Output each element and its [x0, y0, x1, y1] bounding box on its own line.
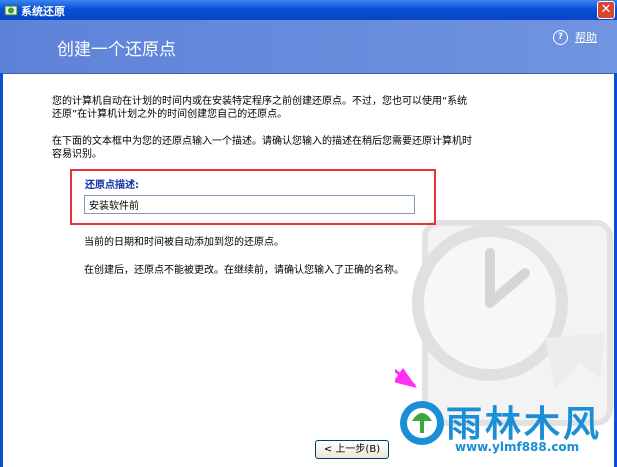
window-border-left [0, 73, 3, 467]
window-title: 系统还原 [21, 5, 65, 18]
close-button[interactable]: ✕ [597, 1, 615, 19]
help-link[interactable]: ? 帮助 [553, 29, 597, 45]
restore-point-label: 还原点描述: [85, 180, 139, 191]
cannot-change-note: 在创建后，还原点不能被更改。在继续前，请确认您输入了正确的名称。 [84, 265, 404, 276]
help-label: 帮助 [575, 31, 597, 44]
page-title: 创建一个还原点 [57, 40, 176, 60]
restore-point-description-input[interactable] [84, 195, 415, 214]
description-paragraph-1: 您的计算机自动在计划的时间内或在安装特定程序之前创建还原点。不过，您也可以使用“… [52, 96, 468, 120]
wizard-header: 创建一个还原点 ? 帮助 [0, 20, 617, 74]
back-button[interactable]: < 上一步(B) [315, 440, 389, 459]
description-paragraph-2: 在下面的文本框中为您的还原点输入一个描述。请确认您输入的描述在稍后您需要还原计算… [52, 136, 472, 160]
help-icon: ? [553, 29, 568, 45]
date-time-note: 当前的日期和时间被自动添加到您的还原点。 [84, 237, 284, 248]
title-bar: 系统还原 ✕ [0, 0, 617, 20]
logo-url: www.ylmf888.com [455, 440, 580, 454]
system-restore-icon [4, 5, 18, 16]
